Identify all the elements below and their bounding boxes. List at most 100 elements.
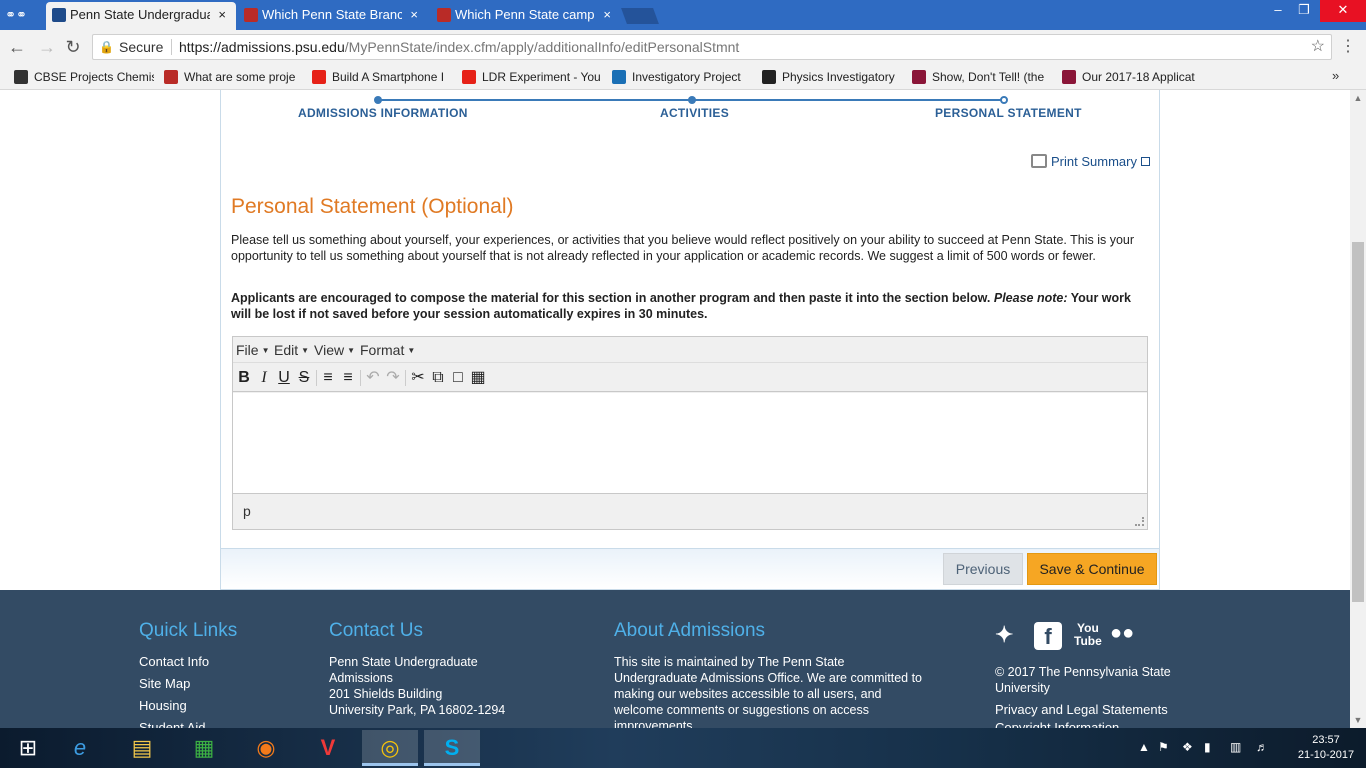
firefox-icon[interactable]: ◉ bbox=[238, 730, 294, 766]
editor-toolbar: B I U S ≡ ≡ ↶ ↷ ✂ ⧉ □ ▦ bbox=[233, 364, 1147, 392]
tab-penn-state-undergraduate[interactable]: Penn State Undergraduat × bbox=[46, 2, 236, 30]
minimize-icon[interactable]: – bbox=[1266, 0, 1290, 22]
url-path: /MyPennState/index.cfm/apply/additionalI… bbox=[344, 39, 740, 55]
bookmark-favicon-icon bbox=[612, 70, 626, 84]
editor-menubar: File ▼ Edit ▼ View ▼ Format ▼ bbox=[233, 337, 1147, 363]
print-summary-link[interactable]: Print Summary bbox=[1031, 154, 1150, 169]
editor-element-path: p bbox=[243, 503, 251, 519]
page-scrollbar[interactable]: ▲ ▼ bbox=[1350, 90, 1366, 728]
copy-icon[interactable]: ⧉ bbox=[429, 368, 447, 388]
editor-menu-file[interactable]: File ▼ bbox=[236, 342, 269, 358]
progress-step-dot-current bbox=[1000, 96, 1008, 104]
store-icon[interactable]: ▦ bbox=[176, 730, 232, 766]
internet-explorer-icon[interactable]: e bbox=[52, 730, 108, 766]
bookmarks-overflow-icon[interactable]: » bbox=[1332, 68, 1339, 83]
bookmark-label: LDR Experiment - You bbox=[482, 70, 600, 84]
reload-icon[interactable]: ↻ bbox=[62, 36, 84, 58]
copyright-info-link[interactable]: Copyright Information bbox=[995, 720, 1119, 728]
bookmark-item[interactable]: Physics Investigatory bbox=[762, 68, 898, 86]
italic-icon[interactable]: I bbox=[255, 368, 273, 388]
bookmark-item[interactable]: What are some proje bbox=[164, 68, 300, 86]
contact-line: Penn State Undergraduate bbox=[329, 655, 478, 669]
bullet-list-icon[interactable]: ≡ bbox=[319, 368, 337, 388]
notice-main: Applicants are encouraged to compose the… bbox=[231, 291, 991, 305]
window-close-icon[interactable]: ✕ bbox=[1320, 0, 1366, 22]
paste-text-icon[interactable]: ▦ bbox=[469, 368, 487, 388]
intro-text: Please tell us something about yourself,… bbox=[231, 233, 1135, 263]
bookmark-item[interactable]: Show, Don't Tell! (the bbox=[912, 68, 1048, 86]
clock-time: 23:57 bbox=[1312, 734, 1340, 746]
save-continue-button[interactable]: Save & Continue bbox=[1027, 553, 1157, 585]
external-link-icon bbox=[1140, 157, 1150, 166]
tab-close-icon[interactable]: × bbox=[410, 2, 418, 28]
new-tab-button[interactable] bbox=[621, 8, 659, 24]
twitter-icon[interactable]: ✦ bbox=[995, 622, 1013, 648]
action-center-flag-icon[interactable]: ⚑ bbox=[1158, 740, 1169, 754]
volume-icon[interactable]: ♬ bbox=[1256, 740, 1268, 754]
restore-icon[interactable]: ❐ bbox=[1292, 0, 1316, 22]
privacy-legal-link[interactable]: Privacy and Legal Statements bbox=[995, 702, 1168, 717]
footer-link-contact-info[interactable]: Contact Info bbox=[139, 654, 209, 669]
caret-down-icon: ▼ bbox=[261, 346, 270, 355]
editor-menu-view[interactable]: View ▼ bbox=[314, 342, 355, 358]
scroll-down-icon[interactable]: ▼ bbox=[1350, 712, 1366, 728]
strikethrough-icon[interactable]: S bbox=[295, 368, 313, 388]
notice-emphasis: Please note: bbox=[993, 291, 1068, 305]
bookmark-star-icon[interactable]: ☆ bbox=[1311, 35, 1325, 59]
browser-toolbar: ← → ↻ 🔒 Secure https://admissions.psu.ed… bbox=[0, 30, 1366, 64]
scroll-up-icon[interactable]: ▲ bbox=[1350, 90, 1366, 106]
bookmark-item[interactable]: Investigatory Project bbox=[612, 68, 750, 86]
bookmark-item[interactable]: LDR Experiment - You bbox=[462, 68, 600, 86]
battery-icon[interactable]: ▮ bbox=[1204, 740, 1211, 754]
personal-statement-textarea[interactable] bbox=[233, 393, 1147, 494]
previous-button[interactable]: Previous bbox=[943, 553, 1023, 585]
forward-arrow-icon[interactable]: → bbox=[36, 36, 58, 58]
bold-icon[interactable]: B bbox=[235, 368, 253, 388]
bookmark-item[interactable]: Build A Smartphone I bbox=[312, 68, 450, 86]
start-icon[interactable]: ⊞ bbox=[0, 730, 56, 766]
scroll-thumb[interactable] bbox=[1352, 242, 1364, 602]
file-explorer-icon[interactable]: ▤ bbox=[114, 730, 170, 766]
skype-icon[interactable]: S bbox=[424, 730, 480, 766]
network-icon[interactable]: ▥ bbox=[1230, 740, 1241, 754]
bookmark-item[interactable]: CBSE Projects Chemis bbox=[14, 68, 154, 86]
editor-menu-edit[interactable]: Edit ▼ bbox=[274, 342, 309, 358]
progress-step-dot bbox=[374, 96, 382, 104]
paste-icon[interactable]: □ bbox=[449, 368, 467, 388]
page-title: Personal Statement (Optional) bbox=[231, 195, 514, 218]
numbered-list-icon[interactable]: ≡ bbox=[339, 368, 357, 388]
undo-icon[interactable]: ↶ bbox=[364, 368, 382, 388]
address-bar[interactable]: 🔒 Secure https://admissions.psu.edu/MyPe… bbox=[92, 34, 1332, 60]
step-admissions-information[interactable]: ADMISSIONS INFORMATION bbox=[298, 106, 468, 120]
step-personal-statement[interactable]: PERSONAL STATEMENT bbox=[935, 106, 1082, 120]
progress-step-dot bbox=[688, 96, 696, 104]
system-clock[interactable]: 23:57 21-10-2017 bbox=[1296, 733, 1356, 763]
flickr-icon[interactable]: ●● bbox=[1110, 622, 1134, 645]
penn-state-favicon-icon bbox=[52, 8, 66, 22]
footer-link-site-map[interactable]: Site Map bbox=[139, 676, 190, 691]
browser-menu-icon[interactable]: ⋮ bbox=[1340, 36, 1356, 58]
tab-which-penn-state-branch[interactable]: Which Penn State Branch × bbox=[238, 2, 428, 30]
dropbox-icon[interactable]: ❖ bbox=[1182, 740, 1193, 754]
tab-title: Which Penn State Branch bbox=[262, 7, 402, 22]
redo-icon[interactable]: ↷ bbox=[384, 368, 402, 388]
facebook-icon[interactable]: f bbox=[1034, 622, 1062, 650]
tab-close-icon[interactable]: × bbox=[603, 2, 611, 28]
back-arrow-icon[interactable]: ← bbox=[6, 36, 28, 58]
cut-icon[interactable]: ✂ bbox=[409, 368, 427, 388]
bookmark-favicon-icon bbox=[462, 70, 476, 84]
chrome-icon[interactable]: ◎ bbox=[362, 730, 418, 766]
tab-close-icon[interactable]: × bbox=[218, 2, 226, 28]
footer-link-student-aid[interactable]: Student Aid bbox=[139, 720, 206, 728]
menu-label: Edit bbox=[274, 342, 299, 358]
tab-which-penn-state-campus[interactable]: Which Penn State campu × bbox=[431, 2, 621, 30]
step-activities[interactable]: ACTIVITIES bbox=[660, 106, 729, 120]
youtube-icon[interactable]: You Tube bbox=[1074, 622, 1102, 648]
underline-icon[interactable]: U bbox=[275, 368, 293, 388]
tray-overflow-icon[interactable]: ▲ bbox=[1138, 740, 1150, 754]
resize-handle-icon[interactable] bbox=[1135, 517, 1144, 526]
bookmark-item[interactable]: Our 2017-18 Applicat bbox=[1062, 68, 1200, 86]
editor-menu-format[interactable]: Format ▼ bbox=[360, 342, 415, 358]
footer-link-housing[interactable]: Housing bbox=[139, 698, 187, 713]
vivaldi-icon[interactable]: V bbox=[300, 730, 356, 766]
